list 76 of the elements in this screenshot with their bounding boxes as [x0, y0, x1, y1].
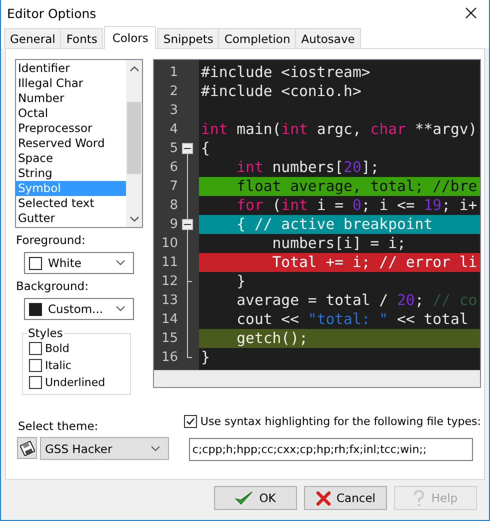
theme-label: Select theme:	[18, 419, 100, 433]
line-number: 9	[168, 216, 178, 234]
line-number: 3	[168, 102, 178, 120]
color-dropdown[interactable]: Custom...	[24, 298, 134, 320]
checkmark-icon	[235, 490, 254, 506]
code-line: }	[236, 272, 247, 291]
line-number: 7	[168, 178, 178, 196]
color-dropdown[interactable]: White	[24, 252, 134, 274]
code-line: numbers[i] = i;	[271, 234, 407, 253]
scroll-down-icon[interactable]	[130, 216, 138, 222]
line-number: 8	[168, 197, 178, 215]
line-number: 2	[168, 83, 178, 101]
line-number: 6	[168, 159, 178, 177]
code-line: average = total / 20; // co	[236, 291, 478, 310]
list-item[interactable]: Illegal Char	[16, 76, 126, 91]
cross-icon	[316, 490, 331, 506]
ok-button[interactable]: OK	[214, 486, 297, 510]
theme-dropdown[interactable]: GSS Hacker	[40, 437, 169, 460]
fold-toggle-icon[interactable]	[182, 219, 193, 230]
dropdown-caret-icon	[116, 306, 125, 312]
scroll-up-icon[interactable]	[130, 66, 138, 72]
close-icon[interactable]	[465, 7, 477, 19]
list-item[interactable]: Identifier	[16, 61, 126, 76]
tab[interactable]: Autosave	[295, 28, 361, 48]
line-number: 16	[160, 349, 178, 367]
line-number: 14	[160, 311, 178, 329]
save-theme-button[interactable]	[17, 437, 37, 459]
tab[interactable]: General	[4, 28, 62, 48]
line-number: 11	[160, 254, 178, 272]
checkbox-label: Bold	[45, 342, 70, 355]
checkbox[interactable]	[29, 342, 42, 355]
list-item[interactable]: Selected text	[16, 196, 126, 211]
checkbox[interactable]	[29, 376, 42, 389]
code-line: int main(int argc, char **argv)	[200, 120, 478, 139]
code-line: int numbers[20];	[236, 158, 380, 177]
horizontal-scrollbar[interactable]	[154, 370, 480, 387]
checkbox-label: Use syntax highlighting for the following file types:	[200, 415, 481, 428]
checkbox[interactable]	[29, 359, 42, 372]
cancel-button[interactable]: Cancel	[304, 486, 387, 510]
tab[interactable]: Completion	[218, 28, 296, 48]
list-item[interactable]: Gutter	[16, 211, 126, 226]
line-number: 12	[160, 273, 178, 291]
tab[interactable]: Snippets	[157, 28, 220, 48]
code-line: }	[200, 348, 211, 367]
foreground-label: Foreground:	[16, 233, 86, 247]
window-title: Editor Options	[7, 6, 96, 20]
fold-toggle-icon[interactable]	[182, 143, 193, 154]
line-number: 10	[160, 235, 178, 253]
code-line: {	[200, 139, 211, 158]
dropdown-caret-icon	[116, 260, 125, 266]
list-item[interactable]: String	[16, 166, 126, 181]
code-line: for (int i = 0; i <= 19; i+	[236, 196, 478, 215]
line-number: 15	[160, 330, 178, 348]
list-item[interactable]: Space	[16, 151, 126, 166]
code-line: #include <iostream>	[200, 63, 372, 82]
line-number: 5	[168, 140, 178, 158]
code-line: cout << "total: " << total	[236, 310, 470, 329]
checkbox[interactable]	[184, 415, 198, 428]
tab[interactable]: Colors	[104, 26, 156, 49]
code-line: #include <conio.h>	[200, 82, 362, 101]
checkbox-label: Underlined	[45, 376, 106, 389]
vertical-scrollbar[interactable]	[126, 60, 142, 227]
line-number: 1	[168, 64, 178, 82]
line-number: 13	[160, 292, 178, 310]
checkbox-label: Italic	[45, 359, 72, 372]
list-item[interactable]: Number	[16, 91, 126, 106]
list-item[interactable]: Reserved Word	[16, 136, 126, 151]
list-item[interactable]: Preprocessor	[16, 121, 126, 136]
file-types-field[interactable]: c;cpp;h;hpp;cc;cxx;cp;hp;rh;fx;inl;tcc;win;;	[189, 438, 474, 461]
list-item[interactable]: Octal	[16, 106, 126, 121]
tab[interactable]: Fonts	[60, 28, 104, 48]
group-title: Styles	[27, 326, 64, 340]
line-number: 4	[168, 121, 178, 139]
dropdown-caret-icon	[151, 446, 160, 452]
question-mark-icon	[413, 490, 426, 506]
background-label: Background:	[16, 279, 90, 293]
